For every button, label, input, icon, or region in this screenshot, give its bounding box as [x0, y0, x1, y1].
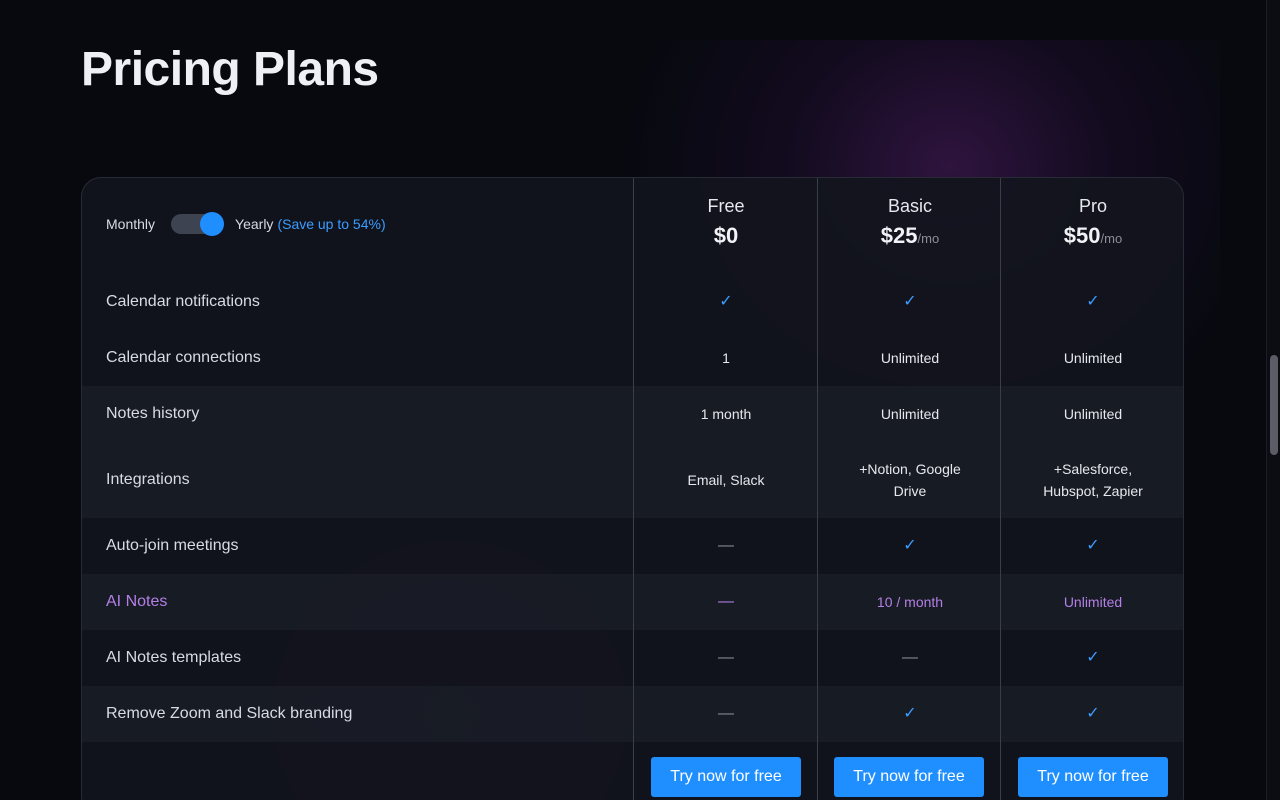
- dash-icon: —: [718, 537, 734, 554]
- try-free-button-basic[interactable]: Try now for free: [834, 757, 984, 797]
- column-divider: [817, 178, 818, 800]
- try-free-button-pro[interactable]: Try now for free: [1018, 757, 1168, 797]
- feature-label: Calendar connections: [106, 349, 261, 366]
- billing-switch[interactable]: [171, 212, 225, 236]
- scrollbar-thumb[interactable]: [1270, 355, 1278, 455]
- feature-value: +Notion, Google Drive: [859, 461, 961, 499]
- dash-icon: —: [902, 649, 918, 666]
- pricing-table: Monthly Yearly (Save up to 54%) Free $0 …: [81, 177, 1184, 800]
- scrollbar[interactable]: [1266, 0, 1280, 800]
- feature-value: Unlimited: [880, 350, 940, 366]
- plan-price: $25/mo: [818, 223, 1002, 249]
- check-icon: ✓: [1086, 705, 1100, 722]
- dash-icon: —: [718, 649, 734, 666]
- check-icon: ✓: [1086, 293, 1100, 310]
- price-amount: $50: [1063, 223, 1101, 248]
- feature-label: Auto-join meetings: [106, 537, 239, 554]
- feature-label: AI Notes: [106, 593, 168, 610]
- dash-icon: —: [718, 705, 734, 722]
- feature-value: Email, Slack: [687, 472, 765, 488]
- column-divider: [633, 178, 634, 800]
- plan-name: Basic: [887, 196, 932, 216]
- feature-value: Unlimited: [1063, 350, 1123, 366]
- switch-knob[interactable]: [200, 212, 225, 236]
- yearly-label[interactable]: Yearly: [235, 216, 273, 232]
- page-title: Pricing Plans: [81, 43, 379, 96]
- monthly-label[interactable]: Monthly: [106, 216, 155, 232]
- feature-value: 1: [722, 350, 730, 366]
- feature-label: AI Notes templates: [106, 649, 242, 666]
- price-amount: $0: [713, 223, 739, 248]
- plan-price: $0: [634, 223, 818, 249]
- check-icon: ✓: [903, 705, 917, 722]
- plan-header-pro: Pro $50/mo: [1001, 196, 1183, 249]
- feature-label: Remove Zoom and Slack branding: [106, 705, 353, 722]
- check-icon: ✓: [903, 537, 917, 554]
- feature-value: 1 month: [700, 406, 752, 422]
- price-amount: $25: [880, 223, 918, 248]
- billing-toggle: Monthly Yearly (Save up to 54%): [106, 212, 386, 236]
- feature-value: Unlimited: [1063, 406, 1123, 422]
- check-icon: ✓: [719, 293, 733, 310]
- check-icon: ✓: [1086, 537, 1100, 554]
- price-period: /mo: [1100, 231, 1123, 246]
- check-icon: ✓: [1086, 649, 1100, 666]
- feature-label: Integrations: [106, 471, 190, 488]
- plan-header-basic: Basic $25/mo: [818, 196, 1002, 249]
- column-divider: [1000, 178, 1001, 800]
- plan-name: Free: [707, 196, 745, 216]
- dash-icon: —: [718, 593, 734, 610]
- price-period: /mo: [917, 231, 940, 246]
- plan-price: $50/mo: [1001, 223, 1183, 249]
- try-free-button-free[interactable]: Try now for free: [651, 757, 801, 797]
- check-icon: ✓: [903, 293, 917, 310]
- feature-value: 10 / month: [876, 594, 944, 610]
- feature-label: Notes history: [106, 405, 200, 422]
- save-badge: (Save up to 54%): [277, 216, 386, 232]
- feature-value: Unlimited: [1063, 594, 1123, 610]
- plan-name: Pro: [1078, 196, 1107, 216]
- feature-label: Calendar notifications: [106, 293, 260, 310]
- plan-header-free: Free $0: [634, 196, 818, 249]
- feature-value: Unlimited: [880, 406, 940, 422]
- feature-value: +Salesforce, Hubspot, Zapier: [1043, 461, 1143, 499]
